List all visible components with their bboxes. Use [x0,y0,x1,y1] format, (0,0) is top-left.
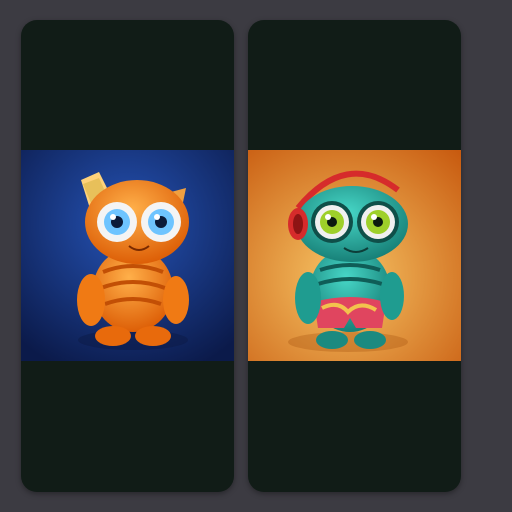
image-card-2[interactable] [248,20,461,492]
image-teal-creature[interactable] [248,150,461,361]
gallery [0,0,512,512]
image-card-1[interactable] [21,20,234,492]
image-orange-creature[interactable] [21,150,234,361]
